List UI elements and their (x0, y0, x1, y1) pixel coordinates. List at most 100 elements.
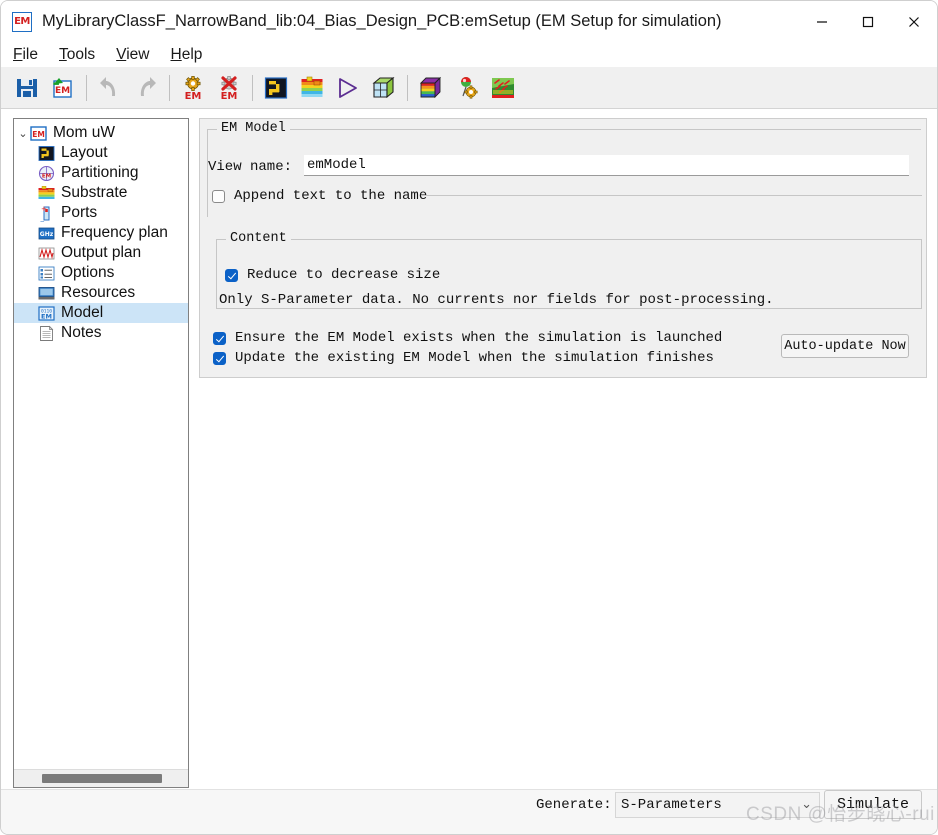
em-model-group-title: EM Model (217, 121, 290, 136)
chevron-down-icon[interactable]: ⌄ (801, 797, 812, 812)
save-em-setup-icon: EM (53, 77, 72, 98)
tree-item-mom-uw[interactable]: ⌄ EM Mom uW (14, 123, 188, 143)
em-app-icon: EM (12, 11, 32, 32)
sidebar-horizontal-scrollbar[interactable] (14, 769, 188, 787)
tree-item-model-label: Model (61, 304, 104, 322)
toolbar-redo-button[interactable] (129, 71, 163, 105)
toolbar-separator-4 (407, 74, 408, 101)
undo-icon (100, 76, 116, 96)
navigation-tree: ⌄ EM Mom uW Layout EM Partitioning Subst… (14, 119, 188, 343)
tree-item-partitioning-label: Partitioning (61, 164, 139, 182)
tree-item-frequency-plan[interactable]: GHz Frequency plan (14, 223, 188, 243)
close-button[interactable] (891, 1, 937, 42)
menu-file-rest: ile (22, 45, 38, 63)
toolbar-substrate-button[interactable] (295, 71, 329, 105)
toolbar-em-delete-button[interactable]: EM (212, 71, 246, 105)
toolbar-em-visualization-button[interactable] (486, 71, 520, 105)
tree-item-substrate[interactable]: Substrate (14, 183, 188, 203)
toolbar-mesh-settings-button[interactable] (450, 71, 484, 105)
tree-item-ports[interactable]: + _ Ports (14, 203, 188, 223)
update-em-model-checkbox[interactable] (213, 351, 226, 365)
sidebar-scrollbar-thumb[interactable] (42, 774, 162, 783)
menu-tools[interactable]: Tools (57, 45, 97, 65)
view-name-label: View name: (208, 159, 293, 175)
rainbow-cube-icon (419, 76, 442, 98)
substrate-icon (38, 185, 55, 199)
menu-file[interactable]: File (11, 45, 40, 65)
tree-item-model[interactable]: 0110 EM Model (14, 303, 188, 323)
generate-select[interactable]: S-Parameters ⌄ (615, 792, 820, 818)
toolbar-layout-button[interactable] (259, 71, 293, 105)
minimize-button[interactable] (799, 1, 845, 42)
svg-text:GHz: GHz (40, 231, 54, 238)
toolbar-save-em-setup-button[interactable]: EM (46, 71, 80, 105)
menu-tools-accel: T (58, 45, 67, 63)
menu-tools-rest: ools (66, 45, 96, 63)
ensure-em-model-checkbox-row[interactable]: Ensure the EM Model exists when the simu… (213, 330, 722, 346)
minimize-icon (817, 20, 827, 23)
tree-item-output-plan-label: Output plan (61, 244, 142, 262)
update-em-model-checkbox-row[interactable]: Update the existing EM Model when the si… (213, 350, 714, 366)
tree-item-options[interactable]: Options (14, 263, 188, 283)
svg-text:EM: EM (221, 91, 238, 101)
content-group-title: Content (226, 231, 291, 246)
em-icon: EM (30, 125, 47, 141)
svg-text:_: _ (40, 214, 45, 222)
layout-icon (38, 145, 55, 161)
tree-item-options-label: Options (61, 264, 115, 282)
menu-view[interactable]: View (114, 45, 151, 65)
output-plan-icon (38, 247, 55, 259)
tree-item-notes-label: Notes (61, 324, 102, 342)
append-text-checkbox[interactable] (212, 189, 225, 203)
menu-bar: File Tools View Help (1, 42, 937, 67)
tree-item-substrate-label: Substrate (61, 184, 128, 202)
update-em-model-checkbox-label: Update the existing EM Model when the si… (235, 350, 714, 366)
tree-item-notes[interactable]: Notes (14, 323, 188, 343)
toolbar-separator-3 (252, 74, 253, 101)
svg-text:EM: EM (42, 173, 51, 179)
append-divider (421, 195, 922, 196)
toolbar-undo-button[interactable] (93, 71, 127, 105)
toolbar-save-button[interactable] (10, 71, 44, 105)
tree-item-frequency-plan-label: Frequency plan (61, 224, 168, 242)
view-name-input[interactable] (304, 155, 909, 176)
em-visualization-icon (492, 77, 514, 98)
chevron-down-icon[interactable]: ⌄ (16, 127, 30, 140)
reduce-size-checkbox-row[interactable]: Reduce to decrease size (225, 267, 440, 283)
tree-item-resources-label: Resources (61, 284, 136, 302)
window-controls (799, 1, 937, 42)
toolbar-separator-2 (169, 74, 170, 101)
toolbar-simulate-button[interactable] (331, 71, 365, 105)
navigation-tree-panel[interactable]: ⌄ EM Mom uW Layout EM Partitioning Subst… (13, 118, 189, 788)
tree-item-resources[interactable]: Resources (14, 283, 188, 303)
partitioning-icon: EM (38, 165, 55, 181)
redo-icon (140, 76, 156, 96)
tree-item-output-plan[interactable]: Output plan (14, 243, 188, 263)
svg-text:EM: EM (185, 91, 202, 101)
auto-update-now-button[interactable]: Auto-update Now (781, 334, 909, 358)
tree-item-mom-uw-label: Mom uW (53, 124, 115, 142)
reduce-size-checkbox[interactable] (225, 268, 238, 282)
tree-item-layout[interactable]: Layout (14, 143, 188, 163)
notes-icon (40, 325, 54, 341)
tree-item-partitioning[interactable]: EM Partitioning (14, 163, 188, 183)
menu-help[interactable]: Help (169, 45, 205, 65)
toolbar-rainbow-cube-button[interactable] (414, 71, 448, 105)
ensure-em-model-checkbox[interactable] (213, 331, 226, 345)
mesh-settings-icon (461, 76, 478, 99)
simulate-button[interactable]: Simulate (824, 790, 922, 819)
toolbar-em-settings-button[interactable]: EM (176, 71, 210, 105)
toolbar-3d-view-button[interactable] (367, 71, 401, 105)
ports-icon: + _ (40, 205, 50, 222)
title-bar: EM MyLibraryClassF_NarrowBand_lib:04_Bia… (1, 1, 937, 42)
menu-view-rest: iew (126, 45, 150, 63)
append-text-checkbox-row[interactable]: Append text to the name (212, 188, 427, 204)
tree-item-layout-label: Layout (61, 144, 108, 162)
svg-text:EM: EM (55, 86, 70, 96)
window-title: MyLibraryClassF_NarrowBand_lib:04_Bias_D… (42, 12, 722, 30)
menu-help-rest: elp (181, 45, 203, 63)
menu-view-accel: V (116, 45, 127, 63)
save-icon (17, 78, 37, 97)
maximize-button[interactable] (845, 1, 891, 42)
close-icon (909, 16, 919, 27)
